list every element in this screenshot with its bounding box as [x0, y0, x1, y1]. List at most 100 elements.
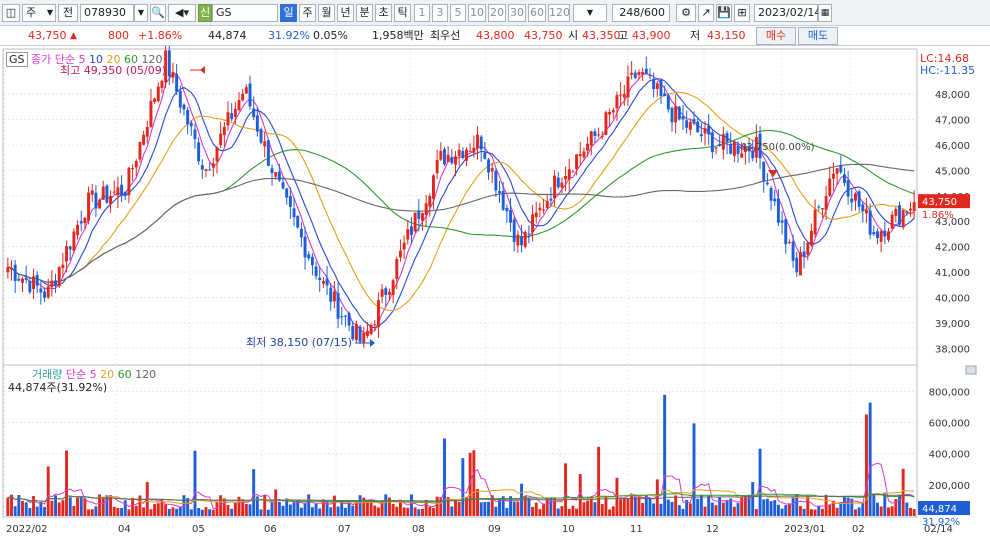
candle-body — [806, 242, 810, 255]
candle-body — [255, 115, 259, 132]
candle-body — [842, 174, 846, 184]
candle-body — [776, 198, 780, 223]
candle-body — [336, 293, 340, 319]
volume-bar — [13, 506, 17, 516]
volume-bar — [90, 509, 94, 516]
period-tab[interactable]: 분 — [356, 4, 373, 22]
candle-body — [909, 208, 912, 211]
interval-tab[interactable]: 5 — [450, 4, 466, 22]
volume-legend: 거래량 단순 5 20 60 120 — [32, 368, 156, 381]
low-label: 저 — [690, 29, 701, 42]
code-dropdown-icon[interactable]: ▼ — [134, 4, 148, 22]
panel-resize-handle[interactable] — [965, 365, 977, 375]
speaker-icon[interactable]: ◀▾ — [168, 4, 196, 22]
candle-body — [597, 134, 601, 136]
price-tick-label: 45,000 — [935, 166, 970, 177]
candle-body — [505, 207, 509, 212]
candle-body — [637, 72, 641, 76]
candle-body — [696, 121, 700, 133]
volume-bar — [454, 499, 457, 516]
candle-body — [604, 112, 608, 135]
candle-body — [87, 192, 91, 221]
prev-button[interactable]: 전 — [58, 4, 78, 22]
interval-tab[interactable]: 10 — [468, 4, 486, 22]
period-tab[interactable]: 일 — [280, 4, 297, 22]
volume-bar — [835, 507, 839, 516]
period-tab[interactable]: 초 — [375, 4, 392, 22]
interval-tab[interactable]: 60 — [528, 4, 546, 22]
current-volume-pct: 31.92% — [922, 517, 960, 528]
candle-body — [652, 78, 656, 89]
interval-tab[interactable]: 120 — [548, 4, 570, 22]
volume-bar — [138, 495, 142, 516]
candle-body — [28, 280, 32, 293]
window-menu-icon[interactable]: ◫ — [2, 4, 20, 22]
volume-bar — [699, 495, 703, 516]
candle-body — [630, 72, 634, 75]
candle-body — [35, 274, 39, 286]
candle-body — [380, 289, 384, 297]
candle-body — [887, 231, 890, 240]
volume-bar — [659, 503, 663, 516]
sell-button[interactable]: 매도 — [798, 27, 838, 45]
volume-bar — [773, 500, 777, 516]
period-tab[interactable]: 주 — [299, 4, 316, 22]
period-tab[interactable]: 년 — [337, 4, 354, 22]
candle-body — [872, 232, 876, 235]
candle-body — [692, 119, 696, 124]
period-tab[interactable]: 틱 — [394, 4, 411, 22]
candle-body — [589, 131, 593, 146]
settings-icon[interactable]: ⚙ — [676, 4, 696, 22]
candle-body — [127, 167, 131, 196]
search-icon[interactable]: 🔍 — [150, 4, 166, 22]
symbol-badge[interactable]: GS — [6, 52, 28, 67]
trend-tool-icon[interactable]: ↗ — [698, 4, 714, 22]
interval-tab[interactable]: 20 — [488, 4, 506, 22]
candle-body — [76, 224, 80, 236]
period-tab[interactable]: 월 — [318, 4, 335, 22]
candle-body — [556, 177, 560, 188]
interval-tab[interactable]: 1 — [414, 4, 430, 22]
stock-chart[interactable]: 38,00039,00040,00041,00042,00043,00044,0… — [0, 46, 990, 537]
volume-bar — [384, 494, 388, 516]
candle-body — [270, 168, 274, 174]
candle-body — [575, 154, 579, 170]
date-tick-label: 06 — [264, 524, 277, 535]
candle-body — [24, 277, 28, 280]
market-select[interactable]: 주 ▼ — [22, 4, 56, 22]
volume-bar — [263, 495, 267, 516]
volume-bar — [292, 502, 296, 516]
volume-bar — [809, 509, 813, 516]
candle-body — [142, 134, 146, 145]
volume-bar — [853, 509, 857, 516]
candle-body — [105, 185, 109, 203]
volume-bar — [120, 508, 124, 516]
print-icon[interactable]: ⊞ — [734, 4, 750, 22]
candle-body — [905, 211, 909, 214]
candle-body — [299, 228, 303, 238]
volume-bar — [787, 503, 791, 516]
volume-bar — [204, 507, 208, 516]
date-tick-label: 04 — [118, 524, 131, 535]
volume-bar — [626, 498, 630, 516]
interval-tab[interactable]: 3 — [432, 4, 448, 22]
interval-dropdown[interactable]: ▼ — [573, 4, 607, 22]
volume-bar — [472, 450, 476, 516]
candle-body — [824, 196, 828, 210]
save-icon[interactable]: 💾 — [716, 4, 732, 22]
stock-code-input[interactable]: 078930 — [80, 4, 134, 22]
ma10-label: 10 — [89, 53, 103, 66]
market-label: 주 — [26, 6, 37, 19]
candle-body — [354, 324, 358, 341]
volume-bar — [457, 501, 461, 516]
candle-body — [160, 80, 164, 88]
calendar-icon[interactable]: ▦ — [818, 4, 832, 22]
price-tick-label: 48,000 — [935, 90, 970, 101]
volume-bar — [483, 502, 487, 516]
date-input[interactable]: 2023/02/14 — [754, 4, 821, 22]
volume-bar — [534, 502, 538, 516]
buy-button[interactable]: 매수 — [756, 27, 796, 45]
volume-bar — [76, 497, 80, 516]
interval-tab[interactable]: 30 — [508, 4, 526, 22]
candle-body — [296, 215, 300, 228]
